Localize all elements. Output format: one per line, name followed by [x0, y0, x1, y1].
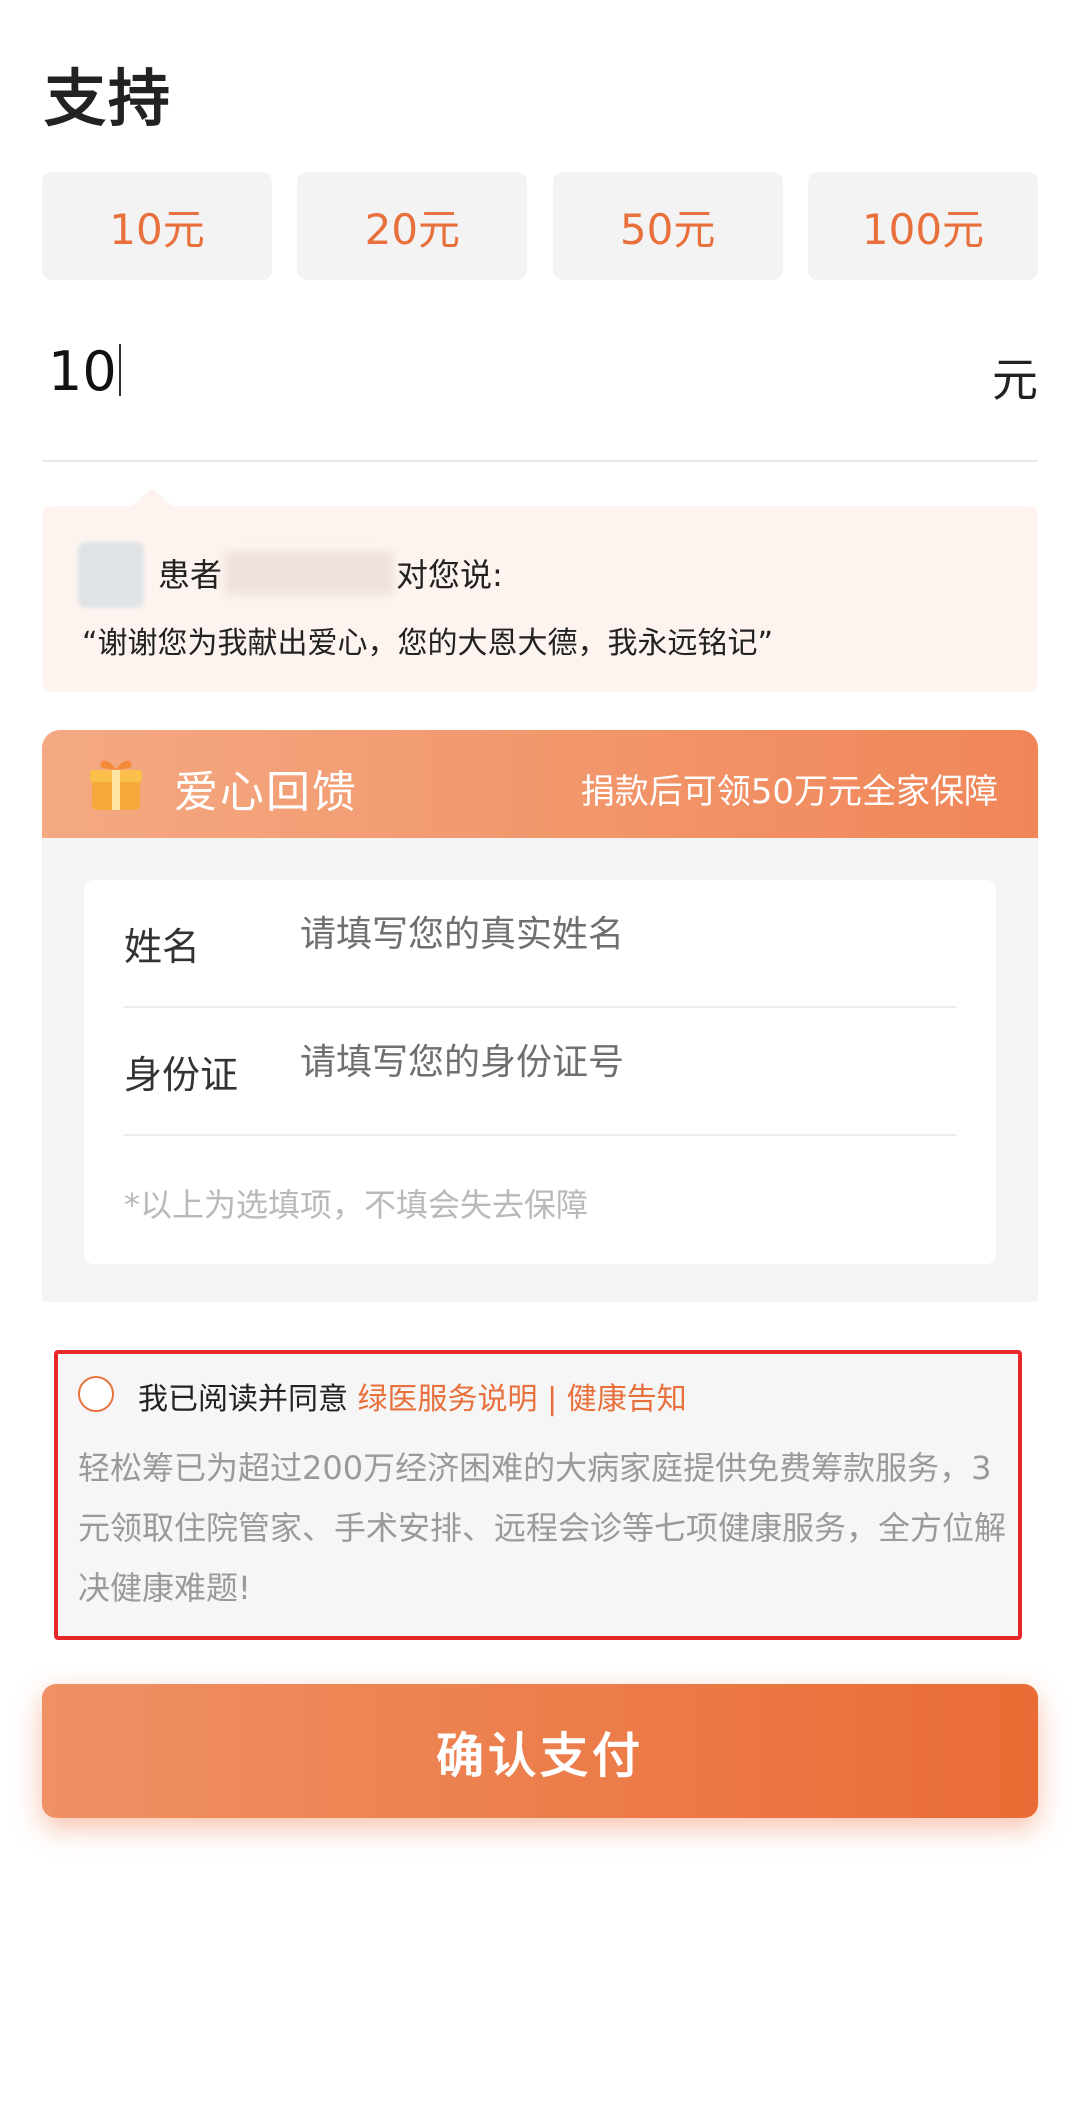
id-number-field[interactable]	[300, 1042, 940, 1083]
text-caret	[118, 344, 121, 396]
gift-icon	[90, 760, 142, 810]
insurance-form: 姓名 身份证 *以上为选填项，不填会失去保障	[84, 880, 996, 1264]
patient-message: 患者 对您说: “谢谢您为我献出爱心，您的大恩大德，我永远铭记”	[42, 488, 1038, 692]
id-label: 身份证	[124, 1053, 239, 1097]
amount-option-50[interactable]: 50元	[552, 172, 783, 280]
name-label: 姓名	[124, 925, 201, 969]
patient-suffix: 对您说:	[396, 556, 503, 594]
id-row: 身份证	[124, 1008, 956, 1136]
amount-option-10[interactable]: 10元	[42, 172, 272, 280]
amount-option-100[interactable]: 100元	[807, 172, 1038, 280]
page-title: 支持	[44, 62, 173, 135]
service-terms-link[interactable]: 绿医服务说明 | 健康告知	[358, 1382, 687, 1417]
speech-notch	[132, 488, 172, 506]
confirm-pay-button[interactable]: 确认支付	[42, 1684, 1038, 1818]
patient-quote: “谢谢您为我献出爱心，您的大恩大德，我永远铭记”	[82, 626, 774, 661]
gift-title: 爱心回馈	[174, 767, 358, 818]
optional-note: *以上为选填项，不填会失去保障	[124, 1186, 589, 1224]
gift-header: 爱心回馈 捐款后可领50万元全家保障	[42, 730, 1038, 838]
agreement-section: 我已阅读并同意 绿医服务说明 | 健康告知 轻松筹已为超过200万经济困难的大病…	[54, 1350, 1022, 1640]
name-field[interactable]	[300, 914, 940, 955]
service-description: 轻松筹已为超过200万经济困难的大病家庭提供免费筹款服务，3元领取住院管家、手术…	[78, 1449, 1007, 1607]
amount-input[interactable]: 10 元	[42, 330, 1038, 462]
amount-options: 10元 20元 50元 100元	[42, 172, 1038, 280]
agreement-line: 我已阅读并同意 绿医服务说明 | 健康告知	[138, 1374, 687, 1418]
amount-option-20[interactable]: 20元	[297, 172, 528, 280]
gift-section: 爱心回馈 捐款后可领50万元全家保障 姓名 身份证 *以上为选填项，不填会失去保…	[42, 730, 1038, 1302]
gift-subtitle: 捐款后可领50万元全家保障	[580, 772, 998, 812]
amount-unit: 元	[992, 353, 1038, 407]
name-row: 姓名	[124, 880, 956, 1008]
patient-message-header: 患者 对您说:	[158, 550, 503, 596]
patient-prefix: 患者	[158, 556, 223, 594]
donation-page: 支持 10元 20元 50元 100元 10 元 患者 对您说: “谢谢您为我献…	[0, 0, 1080, 2123]
agree-checkbox[interactable]	[78, 1376, 114, 1412]
avatar	[78, 542, 144, 608]
agreement-prefix: 我已阅读并同意	[138, 1382, 348, 1417]
redacted-patient-name	[224, 551, 395, 595]
amount-input-value[interactable]: 10	[48, 340, 121, 403]
